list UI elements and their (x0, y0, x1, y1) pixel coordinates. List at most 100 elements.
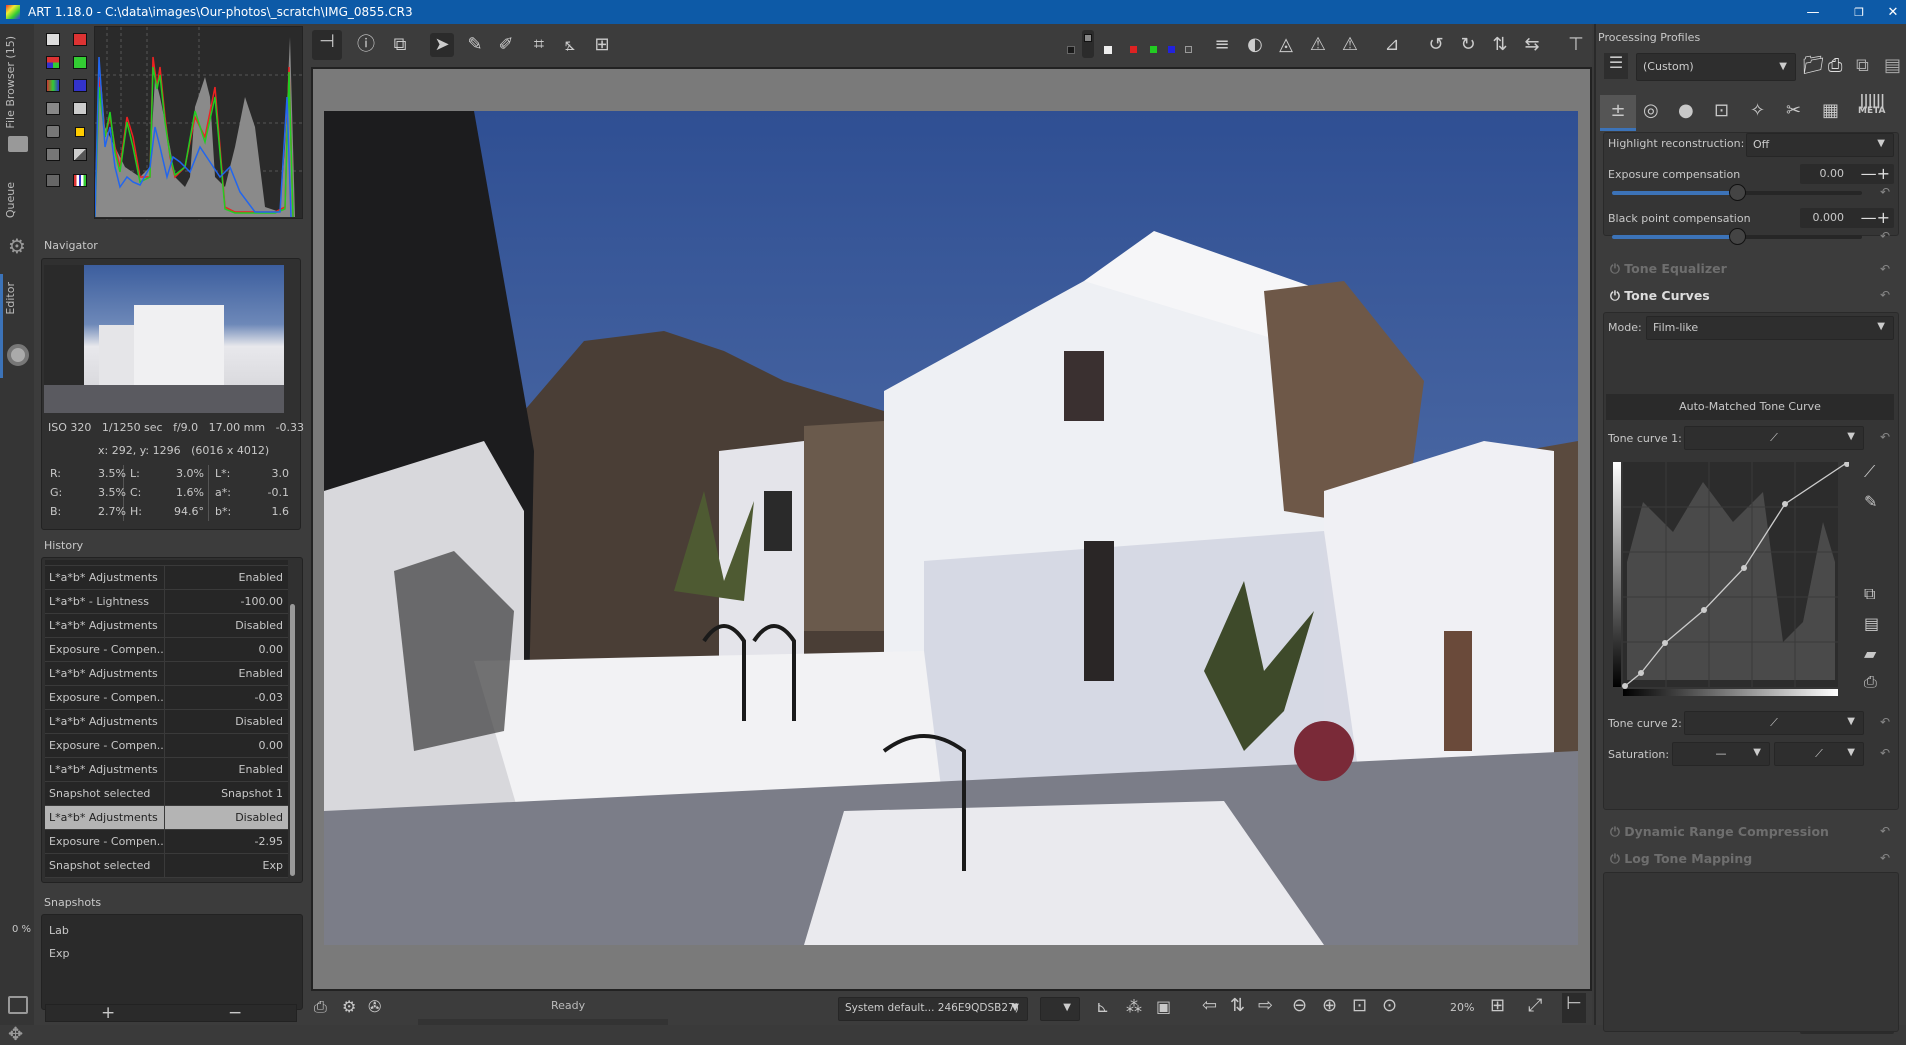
navigator-thumbnail[interactable] (44, 265, 284, 413)
drc-reset-icon[interactable]: ↶ (1880, 824, 1890, 838)
raw-toggle[interactable] (73, 148, 87, 161)
zoom-fit-icon[interactable]: ⊡ (1352, 995, 1367, 1016)
white-background-icon[interactable] (1104, 46, 1112, 54)
hand-tool-icon[interactable]: ➤ (430, 33, 454, 57)
profile-select[interactable]: (Custom) ▼ (1636, 53, 1796, 81)
aperture-icon[interactable] (7, 344, 29, 366)
tone-curves-header[interactable]: ⏻ Tone Curves (1610, 288, 1710, 304)
focus-mask-icon[interactable]: ◐ (1243, 33, 1267, 57)
before-after-icon[interactable]: ⧉ (388, 33, 412, 57)
flip-horizontal-icon[interactable]: ⇆ (1520, 33, 1544, 57)
history-row[interactable]: L*a*b* - Lightness -100.00 (45, 590, 288, 614)
new-detail-window-icon[interactable]: ⊞ (1490, 995, 1505, 1016)
open-profile-icon[interactable]: 📁︎ (1802, 55, 1825, 76)
drc-header[interactable]: ⏻ Dynamic Range Compression (1610, 824, 1829, 840)
ltm-reset-icon[interactable]: ↶ (1880, 851, 1890, 865)
snapshot-item[interactable]: Exp (49, 947, 69, 960)
folder-icon[interactable] (8, 136, 28, 152)
hide-top-panel-icon[interactable]: ⊤ (1564, 33, 1588, 57)
green-preview-icon[interactable] (1150, 46, 1157, 53)
exposure-indicator-icon[interactable]: ≡ (1210, 33, 1234, 57)
more-icon[interactable] (46, 174, 60, 187)
tab-editor[interactable]: Editor (4, 282, 17, 315)
saturation-curve-2-select[interactable]: ⟋ ▼ (1774, 742, 1864, 766)
saturation-curve-1-select[interactable]: — ▼ (1672, 742, 1770, 766)
history-row[interactable]: L*a*b* Adjustments Enabled (45, 662, 288, 686)
hide-left-panel-button[interactable]: ⊣ (312, 30, 342, 60)
minimize-button[interactable]: — (1790, 0, 1836, 24)
chroma-toggle[interactable] (75, 127, 85, 137)
history-row[interactable]: Snapshot selected Snapshot 1 (45, 782, 288, 806)
softproof-select[interactable]: ▼ (1040, 997, 1080, 1021)
red-channel-toggle[interactable] (73, 33, 87, 46)
history-row[interactable]: L*a*b* Adjustments Enabled (45, 566, 288, 590)
mask-icon[interactable]: ⊿ (1380, 33, 1404, 57)
mode-select[interactable]: Film-like ▼ (1646, 316, 1894, 340)
straighten-icon[interactable]: ⦩ (558, 33, 582, 57)
tone-curve-1-reset-icon[interactable]: ↶ (1880, 430, 1890, 444)
history-row[interactable]: L*a*b* Adjustments Disabled (45, 806, 288, 830)
save-profile-icon[interactable]: ⎙ (1828, 55, 1842, 76)
history-row[interactable]: Exposure - Compen... 0.00 (45, 638, 288, 662)
add-snapshot-button[interactable]: + (101, 1003, 115, 1023)
curve-picker-icon[interactable]: ✎ (1864, 492, 1877, 511)
black-minus-plus[interactable]: —+ (1861, 208, 1890, 227)
snapshot-item[interactable]: Lab (49, 924, 69, 937)
tone-equalizer-header[interactable]: ⏻ Tone Equalizer (1610, 261, 1727, 277)
white-balance-picker-icon[interactable]: ✎ (463, 33, 487, 57)
tab-effects[interactable]: ✧ (1750, 100, 1765, 121)
softproof-icon[interactable]: ⊾ (1096, 997, 1109, 1016)
tone-curve-2-reset-icon[interactable]: ↶ (1880, 715, 1890, 729)
previous-image-icon[interactable]: ⇦ (1202, 995, 1217, 1016)
next-image-icon[interactable]: ⇨ (1258, 995, 1273, 1016)
tab-metadata[interactable]: |||||| META (1858, 94, 1886, 116)
rotate-right-icon[interactable]: ↻ (1456, 33, 1480, 57)
output-profile-select[interactable]: System default... 246E9QDSB27) ▼ (838, 997, 1028, 1021)
zoom-in-icon[interactable]: ⊕ (1322, 995, 1337, 1016)
external-editor-icon[interactable]: ✇ (368, 997, 381, 1016)
save-curve-icon[interactable]: ⎙ (1864, 672, 1877, 692)
remove-snapshot-button[interactable]: − (228, 1003, 242, 1023)
exposure-reset-icon[interactable]: ↶ (1880, 185, 1890, 199)
tone-curves-reset-icon[interactable]: ↶ (1880, 288, 1890, 302)
rotate-left-icon[interactable]: ↺ (1424, 33, 1448, 57)
vectorscope-icon[interactable] (46, 148, 60, 161)
black-slider[interactable] (1612, 228, 1862, 245)
highlight-reconstruction-select[interactable]: Off ▼ (1746, 133, 1894, 157)
tab-file-browser[interactable]: File Browser (15) (4, 36, 17, 129)
black-spinbox[interactable]: 0.000 —+ (1800, 208, 1894, 228)
blue-preview-icon[interactable] (1168, 46, 1175, 53)
perspective-icon[interactable]: ⊞ (590, 33, 614, 57)
paste-profile-icon[interactable]: ▤ (1884, 55, 1901, 76)
paste-curve-icon[interactable]: ▤ (1864, 614, 1879, 633)
green-channel-toggle[interactable] (73, 56, 87, 69)
auto-matched-tone-curve-button[interactable]: Auto-Matched Tone Curve (1606, 394, 1894, 420)
highlight-clipping-icon[interactable]: ⚠ (1338, 33, 1362, 57)
tab-detail[interactable]: ◎ (1643, 100, 1659, 121)
tone-curve-1-select[interactable]: ⟋ ▼ (1684, 426, 1864, 450)
monitor-profile-icon[interactable]: ▣ (1156, 997, 1171, 1016)
queue-settings-icon[interactable]: ⚙ (342, 997, 356, 1016)
curve-icon[interactable] (46, 102, 60, 115)
tab-color[interactable]: ● (1678, 100, 1694, 121)
history-row[interactable]: Exposure - Compen... -0.03 (45, 686, 288, 710)
curve-point-edit-icon[interactable]: ⟋ (1864, 462, 1875, 482)
log-tone-mapping-header[interactable]: ⏻ Log Tone Mapping (1610, 851, 1752, 867)
close-button[interactable]: ✕ (1870, 0, 1906, 24)
history-row[interactable]: L*a*b* Adjustments Disabled (45, 710, 288, 734)
chroma-icon[interactable] (46, 79, 60, 92)
history-row[interactable]: Exposure - Compen... 0.00 (45, 734, 288, 758)
move-icon[interactable]: ✥ (8, 1024, 23, 1045)
bar-toggle[interactable] (73, 174, 87, 187)
history-row[interactable]: L*a*b* Adjustments Disabled (45, 614, 288, 638)
waveform-icon[interactable] (46, 125, 60, 138)
tone-curve-editor[interactable] (1613, 461, 1850, 698)
flip-vertical-icon[interactable]: ⇅ (1488, 33, 1512, 57)
tone-equalizer-reset-icon[interactable]: ↶ (1880, 262, 1890, 276)
gamut-check-icon[interactable]: ⁂ (1126, 997, 1142, 1016)
copy-profile-icon[interactable]: ⧉ (1856, 55, 1869, 76)
rgb-split-icon[interactable] (46, 56, 60, 69)
hide-right-panel-button[interactable]: ⊢ (1562, 993, 1586, 1023)
history-row[interactable]: L*a*b* Adjustments Enabled (45, 758, 288, 782)
black-background-icon[interactable] (1067, 46, 1075, 54)
